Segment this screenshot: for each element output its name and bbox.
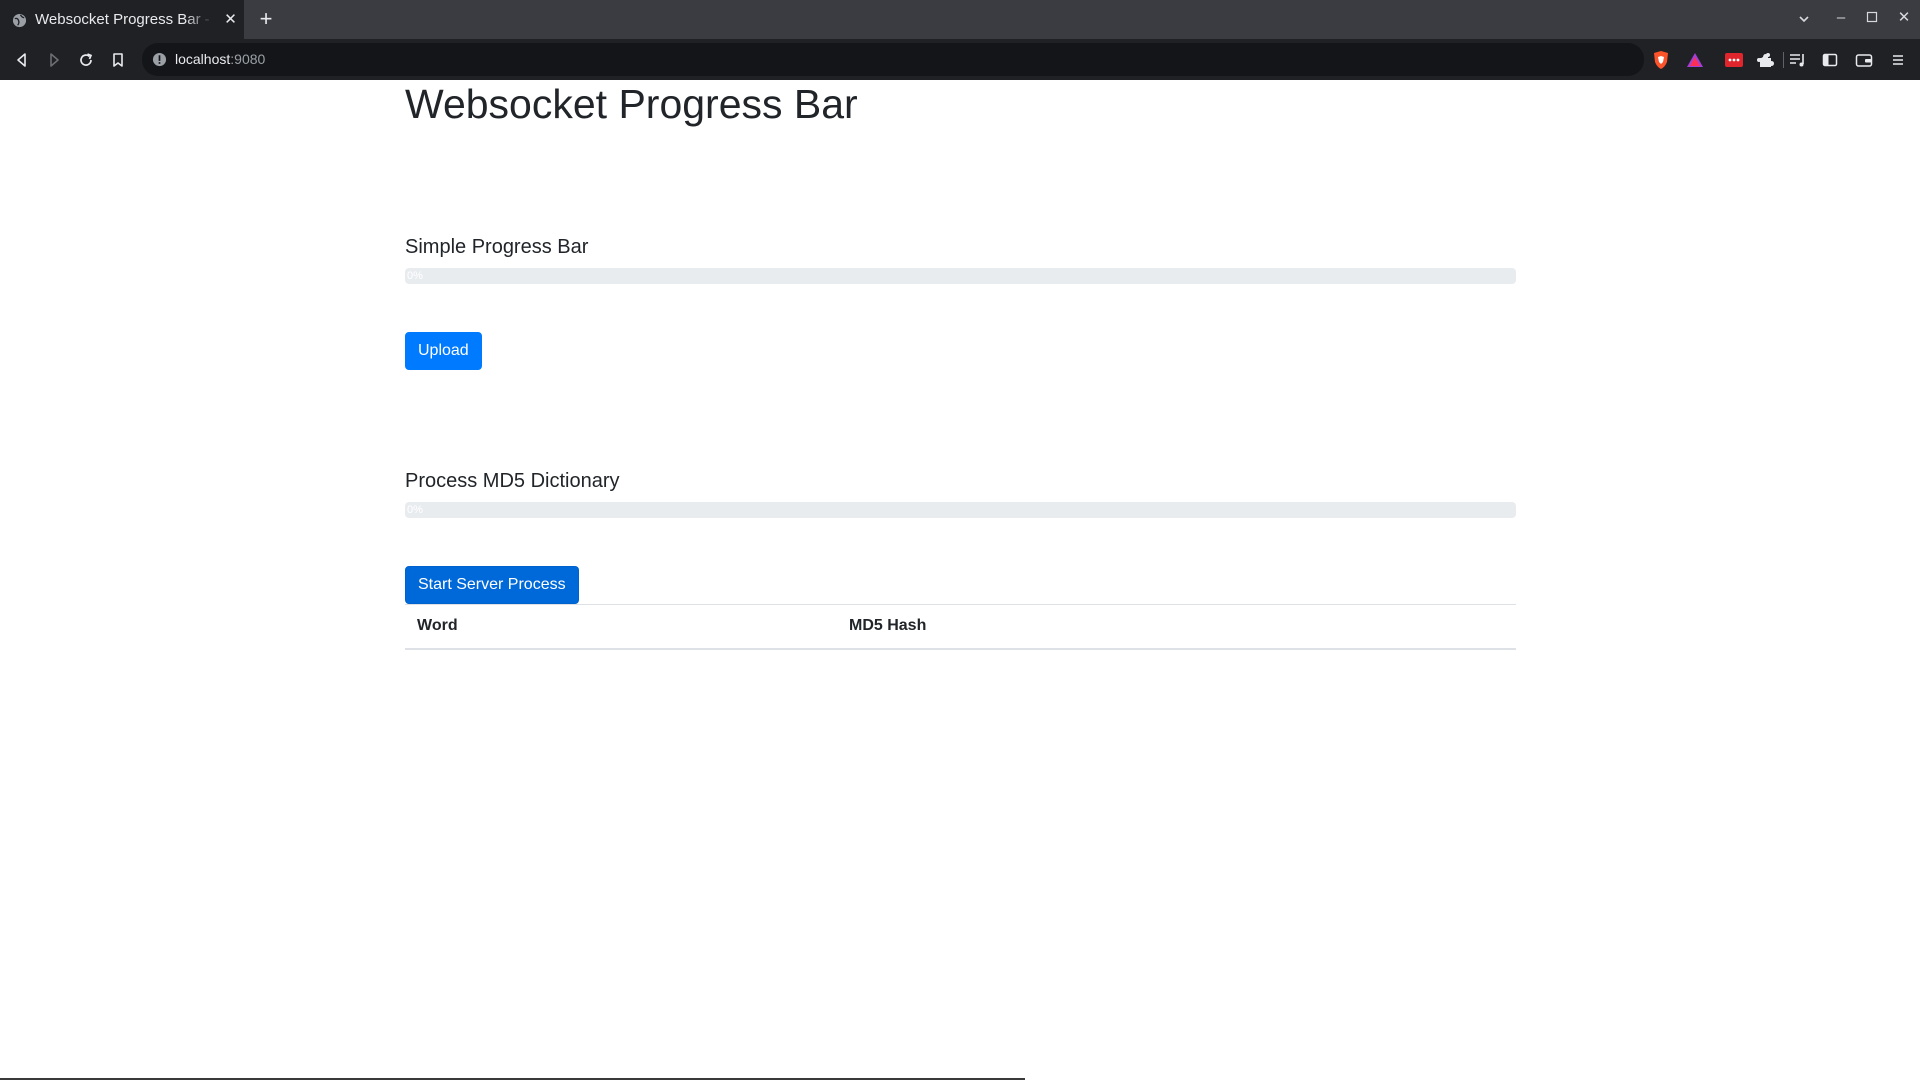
md5-progress-label: 0%	[407, 504, 423, 516]
simple-progress-heading: Simple Progress Bar	[405, 236, 589, 258]
forward-icon[interactable]	[42, 48, 66, 72]
globe-icon	[12, 13, 27, 28]
url-host: localhost	[175, 51, 231, 67]
sidebar-icon[interactable]	[1818, 48, 1842, 72]
password-extension-icon[interactable]	[1722, 48, 1746, 72]
url-text[interactable]: localhost:9080	[175, 51, 265, 67]
minimize-icon[interactable]: –	[1829, 6, 1853, 30]
menu-icon[interactable]	[1886, 48, 1910, 72]
site-info-icon[interactable]	[152, 52, 167, 67]
md5-progress-bar: 0%	[405, 502, 1516, 518]
page-viewport: Websocket Progress Bar Simple Progress B…	[0, 80, 1920, 1080]
address-bar[interactable]: localhost:9080	[142, 43, 1784, 76]
start-server-process-button[interactable]: Start Server Process	[405, 566, 579, 604]
simple-progress-label: 0%	[407, 270, 423, 282]
maximize-icon[interactable]	[1860, 6, 1884, 30]
column-header-word: Word	[405, 604, 837, 650]
brave-shield-icon[interactable]	[1649, 48, 1673, 72]
tab-title-fade	[185, 8, 213, 32]
table-header-row: Word MD5 Hash	[405, 604, 1516, 650]
tab-active[interactable]: Websocket Progress Bar - ✕	[0, 0, 244, 39]
browser-toolbar: localhost:9080	[0, 39, 1920, 80]
back-icon[interactable]	[10, 48, 34, 72]
tab-strip: Websocket Progress Bar - ✕ + – ✕	[0, 0, 1920, 39]
puzzle-icon[interactable]	[1754, 48, 1778, 72]
column-header-md5-hash: MD5 Hash	[837, 604, 1516, 650]
md5-results-table: Word MD5 Hash	[405, 604, 1516, 650]
simple-progress-bar: 0%	[405, 268, 1516, 284]
upload-button[interactable]: Upload	[405, 332, 482, 370]
wallet-icon[interactable]	[1852, 48, 1876, 72]
close-window-icon[interactable]: ✕	[1892, 6, 1916, 30]
new-tab-icon[interactable]: +	[256, 8, 276, 30]
reload-icon[interactable]	[74, 48, 98, 72]
page-title: Websocket Progress Bar	[405, 81, 858, 127]
bookmark-icon[interactable]	[106, 48, 130, 72]
playlist-icon[interactable]	[1786, 48, 1810, 72]
omnibox-separator	[1783, 52, 1784, 68]
tab-title: Websocket Progress Bar -	[35, 11, 209, 28]
brave-rewards-icon[interactable]	[1683, 48, 1707, 72]
tab-search-chevron-icon[interactable]	[1792, 6, 1816, 30]
close-tab-icon[interactable]: ✕	[222, 11, 239, 28]
url-port: :9080	[230, 51, 266, 67]
md5-progress-heading: Process MD5 Dictionary	[405, 470, 620, 492]
